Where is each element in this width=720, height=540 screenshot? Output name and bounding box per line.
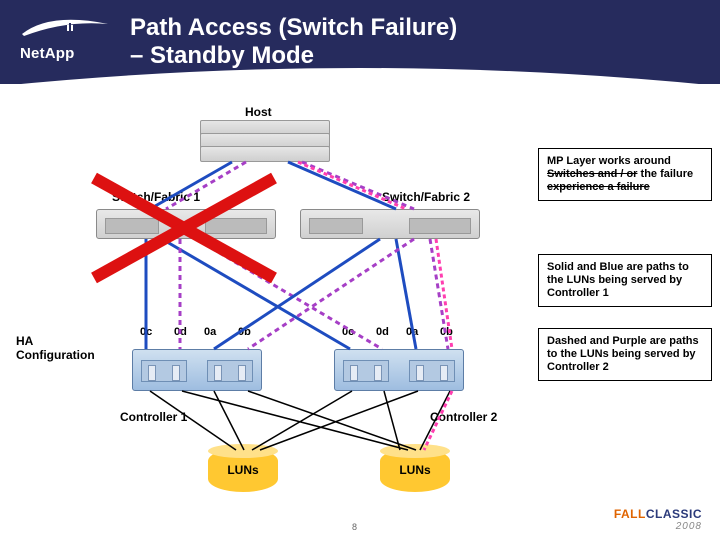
controller-2-label: Controller 2 [430,410,497,424]
controller-2-icon [334,349,464,391]
page-number: 8 [352,522,357,532]
port-label: 0d [376,326,389,338]
port-label: 0d [174,326,187,338]
switch-fabric-2-label: Switch/Fabric 2 [382,190,470,204]
switch-1-icon [96,209,276,239]
footer-brand: FALLCLASSIC 2008 [614,507,702,532]
controller-1-icon [132,349,262,391]
port-label: 0b [238,326,251,338]
callout-blue-paths: Solid and Blue are paths to the LUNs bei… [538,254,712,307]
controller-1-label: Controller 1 [120,410,187,424]
port-label: 0c [342,326,354,338]
ha-config-label: HA Configuration [16,334,116,362]
host-label: Host [245,105,272,119]
port-label: 0c [140,326,152,338]
slide: NetApp Path Access (Switch Failure) – St… [0,0,720,540]
port-label: 0b [440,326,453,338]
logo: NetApp [20,18,112,70]
netapp-swoosh-icon [20,18,110,38]
callout-failure: MP Layer works around Switches and / or … [538,148,712,201]
callout-purple-paths: Dashed and Purple are paths to the LUNs … [538,328,712,381]
port-label: 0a [204,326,216,338]
luns-2-icon: LUNs [380,448,450,492]
luns-1-icon: LUNs [208,448,278,492]
port-label: 0a [406,326,418,338]
logo-text: NetApp [20,45,112,62]
switch-2-icon [300,209,480,239]
page-title: Path Access (Switch Failure) – Standby M… [130,14,457,70]
header-curve [0,64,720,98]
host-device-icon [200,120,330,162]
title-line1: Path Access (Switch Failure) [130,14,457,41]
switch-fabric-1-label: Switch/Fabric 1 [112,190,200,204]
